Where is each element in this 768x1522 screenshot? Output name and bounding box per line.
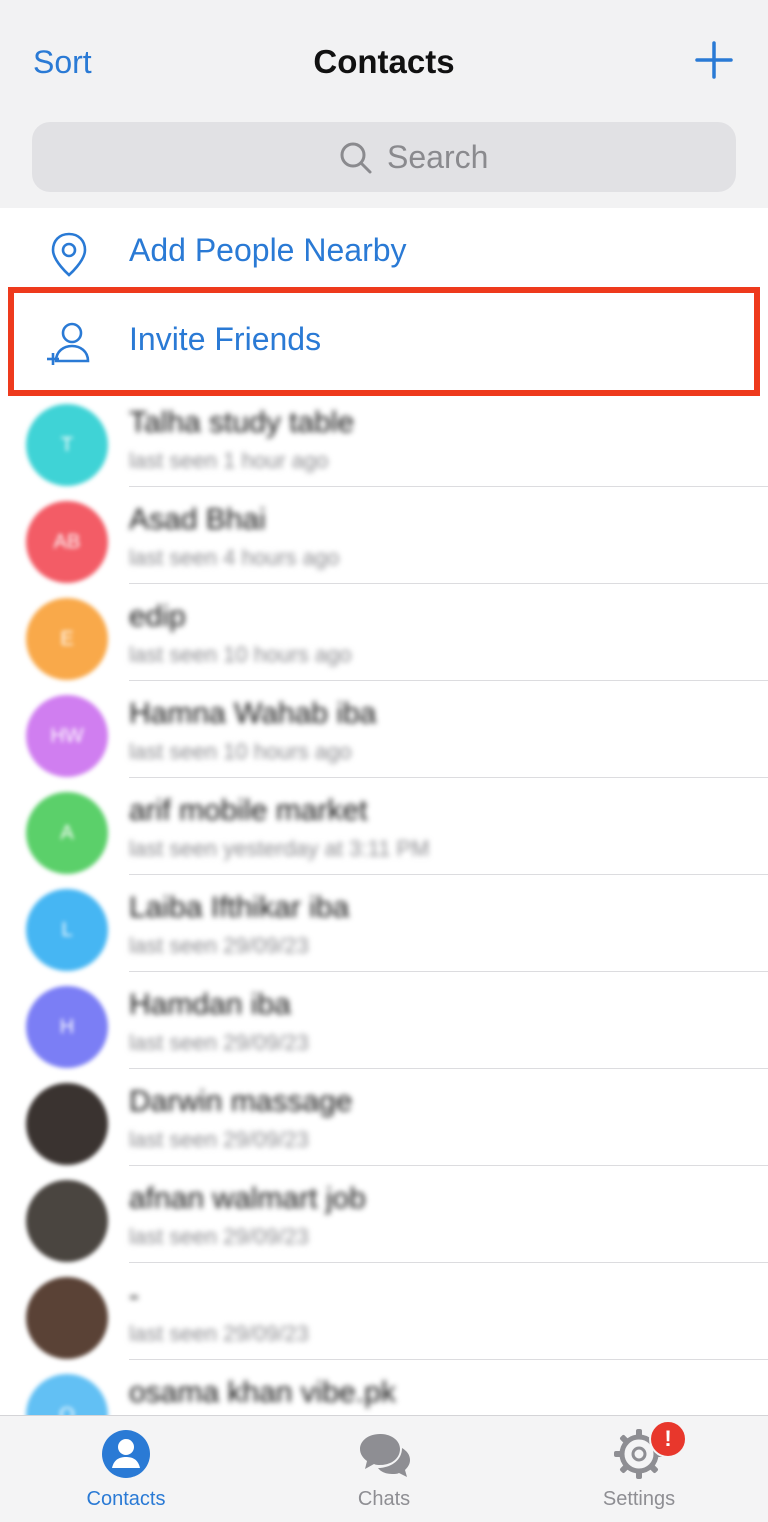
avatar: H	[26, 986, 108, 1068]
contact-row[interactable]: L Laiba Ifthikar iba last seen 29/09/23	[0, 875, 768, 972]
contact-last-seen: last seen 4 hours ago	[129, 545, 340, 570]
invite-friends-row[interactable]: Invite Friends	[0, 297, 768, 387]
page-title: Contacts	[313, 43, 455, 80]
avatar	[26, 1180, 108, 1262]
contact-row[interactable]: Eedip last seen 10 hours ago	[0, 584, 768, 681]
contact-row[interactable]: Darwin massage last seen 29/09/23	[0, 1069, 768, 1166]
person-circle-icon	[102, 1430, 150, 1478]
contact-row[interactable]: T Talha study table last seen 1 hour ago	[0, 390, 768, 487]
tab-contacts[interactable]: Contacts	[46, 1416, 206, 1522]
avatar: T	[26, 404, 108, 486]
tab-chats-label: Chats	[357, 1488, 411, 1510]
tab-bar: Contacts Chats ! Settings	[0, 1415, 768, 1522]
contact-name: edip	[129, 600, 186, 633]
contact-name: Hamdan iba	[129, 988, 291, 1021]
contact-last-seen: last seen 29/09/23	[129, 1127, 309, 1152]
chat-bubbles-icon	[360, 1434, 410, 1477]
tab-chats[interactable]: Chats	[304, 1416, 464, 1522]
contact-last-seen: last seen yesterday at 3:11 PM	[129, 836, 430, 861]
avatar: AB	[26, 501, 108, 583]
contact-last-seen: last seen 29/09/23	[129, 933, 309, 958]
contact-name: arif mobile market	[129, 794, 368, 827]
avatar	[26, 1277, 108, 1359]
contact-row[interactable]: AB Asad Bhai last seen 4 hours ago	[0, 487, 768, 584]
contact-row[interactable]: HW Hamna Wahab iba last seen 10 hours ago	[0, 681, 768, 778]
contact-name: Laiba Ifthikar iba	[129, 891, 350, 924]
contact-last-seen: last seen 29/09/23	[129, 1321, 309, 1346]
search-input[interactable]: Search	[32, 122, 736, 192]
contact-name: Darwin massage	[129, 1085, 353, 1118]
contact-row[interactable]: - last seen 29/09/23	[0, 1263, 768, 1360]
contact-last-seen: last seen 10 hours ago	[129, 642, 352, 667]
avatar: L	[26, 889, 108, 971]
contact-last-seen: last seen 1 hour ago	[129, 448, 329, 473]
location-pin-icon	[51, 232, 87, 277]
contact-name: -	[129, 1279, 139, 1312]
settings-alert-badge: !	[649, 1420, 687, 1458]
add-people-nearby-label: Add People Nearby	[129, 232, 407, 268]
plus-icon[interactable]	[694, 40, 734, 80]
avatar: E	[26, 598, 108, 680]
add-person-icon	[47, 322, 90, 365]
contact-last-seen: last seen 29/09/23	[129, 1224, 309, 1249]
contact-name: Hamna Wahab iba	[129, 697, 377, 730]
contact-name: Asad Bhai	[129, 503, 266, 536]
avatar	[26, 1083, 108, 1165]
add-people-nearby-row[interactable]: Add People Nearby	[0, 208, 768, 298]
tab-settings[interactable]: ! Settings	[559, 1416, 719, 1522]
contact-name: osama khan vibe.pk	[129, 1376, 396, 1409]
avatar: HW	[26, 695, 108, 777]
contact-name: Talha study table	[129, 406, 355, 439]
tab-settings-label: Settings	[602, 1488, 676, 1510]
invite-friends-label: Invite Friends	[129, 321, 322, 357]
contact-name: afnan walmart job	[129, 1182, 366, 1215]
contact-last-seen: last seen 29/09/23	[129, 1030, 309, 1055]
contact-row[interactable]: H Hamdan iba last seen 29/09/23	[0, 972, 768, 1069]
search-placeholder: Search	[387, 139, 489, 175]
contact-row[interactable]: afnan walmart job last seen 29/09/23	[0, 1166, 768, 1263]
tab-contacts-label: Contacts	[86, 1488, 166, 1510]
contact-last-seen: last seen 10 hours ago	[129, 739, 352, 764]
search-icon	[340, 142, 372, 173]
avatar: A	[26, 792, 108, 874]
nav-header: Sort Contacts Search	[0, 0, 768, 209]
contact-row[interactable]: Aarif mobile market last seen yesterday a…	[0, 778, 768, 875]
